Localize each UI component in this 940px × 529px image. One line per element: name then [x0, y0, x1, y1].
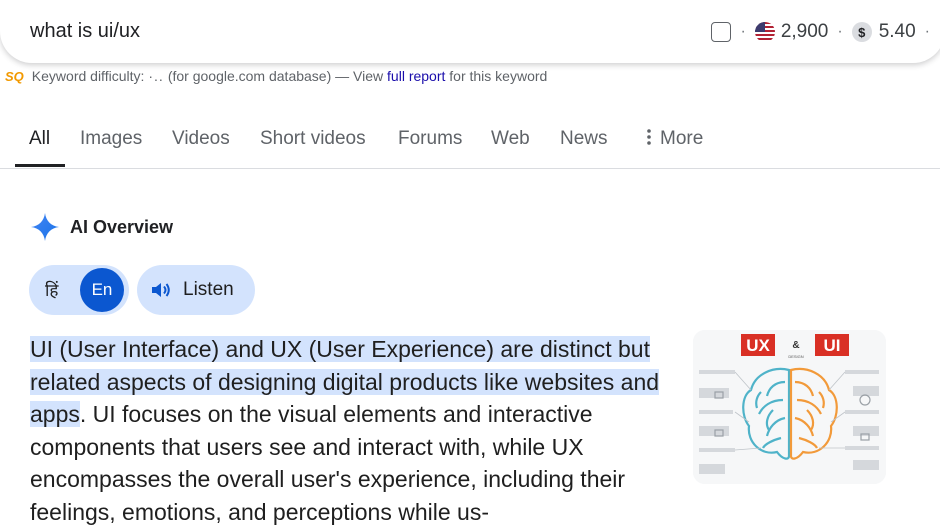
semrush-logo-icon: SQ — [5, 68, 24, 84]
kd-suffix: for this keyword — [449, 68, 548, 84]
hindi-option[interactable]: हिं — [45, 278, 58, 301]
ai-overview-text: UI (User Interface) and UX (User Experie… — [30, 333, 680, 528]
tab-more-label: More — [660, 128, 704, 149]
us-flag-icon — [754, 22, 775, 42]
separator: · — [924, 23, 930, 40]
design-label: DESIGN — [788, 354, 803, 359]
tab-web[interactable]: Web — [491, 128, 530, 150]
ai-overview-header: AI Overview — [30, 212, 173, 242]
dollar-icon: $ — [851, 22, 872, 42]
amp-label: & — [792, 340, 799, 351]
overview-body: . UI focuses on the visual elements and … — [30, 401, 626, 525]
english-option[interactable]: En — [80, 268, 124, 312]
kd-label: Keyword difficulty: — [31, 68, 145, 84]
separator: · — [837, 23, 843, 40]
tab-all[interactable]: All — [29, 128, 50, 150]
listen-button[interactable]: Listen — [137, 265, 255, 315]
speaker-icon — [152, 283, 170, 297]
listen-label: Listen — [183, 279, 234, 300]
tab-more[interactable]: More — [644, 128, 703, 150]
vertical-dots-icon — [647, 129, 651, 145]
full-report-link[interactable]: full report — [387, 68, 445, 84]
search-volume: 2,900 — [780, 21, 829, 42]
cpc-value: 5.40 — [878, 21, 916, 42]
tab-forums[interactable]: Forums — [398, 128, 462, 150]
keyword-metrics: · 2,900 · $ 5.40 · — [711, 21, 939, 43]
ai-overview-title: AI Overview — [70, 216, 174, 237]
active-tab-indicator — [15, 164, 65, 167]
search-input[interactable]: what is ui/ux — [30, 20, 140, 43]
tab-images[interactable]: Images — [80, 128, 142, 150]
tab-news[interactable]: News — [560, 128, 608, 150]
ui-label: UI — [824, 336, 841, 355]
select-checkbox[interactable] — [711, 22, 732, 42]
ux-label: UX — [746, 336, 770, 355]
kd-dots: ·.. — [148, 68, 164, 84]
tab-short-videos[interactable]: Short videos — [260, 128, 366, 150]
search-bar[interactable]: what is ui/ux · 2,900 · $ 5.40 · — [0, 0, 940, 63]
separator: · — [740, 23, 746, 40]
sparkle-icon — [31, 213, 59, 241]
kd-db-text: (for google.com database) — View — [167, 68, 384, 84]
language-toggle: हिं En — [29, 265, 129, 315]
ui-ux-image[interactable]: UX & DESIGN UI — [693, 330, 886, 484]
tab-videos[interactable]: Videos — [172, 128, 230, 150]
keyword-difficulty-line: SQ Keyword difficulty: ·.. (for google.c… — [5, 68, 547, 84]
search-tabs: All Images Videos Short videos Forums We… — [0, 128, 940, 169]
